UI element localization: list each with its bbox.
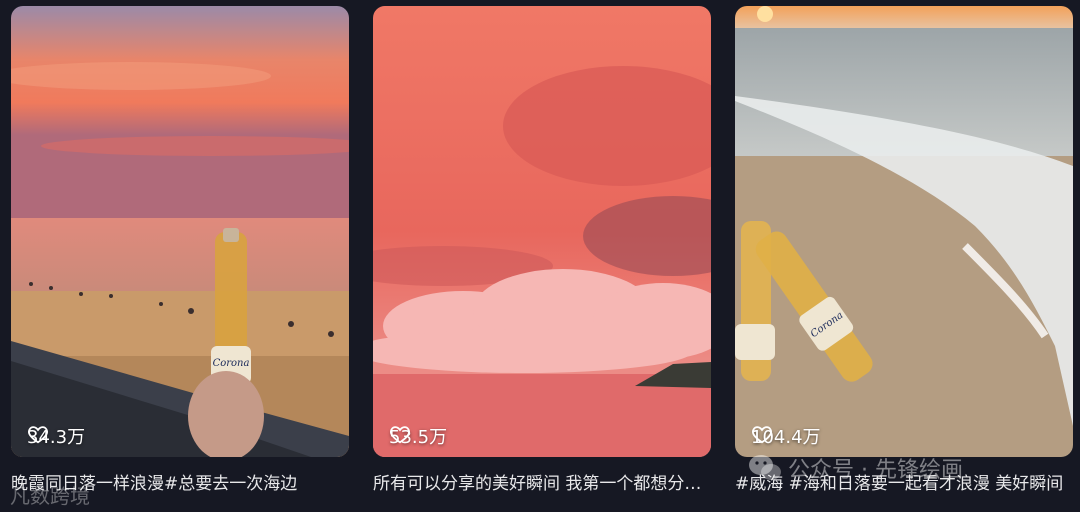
- video-card-1[interactable]: Corona 34.3万 晚霞同日落一样浪漫#总要去一次海边: [11, 6, 349, 494]
- video-card-3[interactable]: Corona 104.4万 #威海 #海和日落要一起看才浪漫 美好瞬间: [735, 6, 1073, 494]
- pink-clouds-image: [373, 6, 711, 457]
- wechat-icon: [749, 455, 781, 480]
- like-count: 53.5万: [389, 423, 447, 449]
- watermark-right: 公众号 · 先锋绘画: [748, 452, 963, 484]
- video-thumbnail-3[interactable]: Corona 104.4万: [735, 6, 1073, 457]
- video-caption[interactable]: 所有可以分享的美好瞬间 我第一个都想分享给你: [373, 472, 711, 496]
- like-count: 34.3万: [27, 423, 85, 449]
- beach-bottles-image: Corona: [735, 6, 1073, 457]
- watermark-text: 公众号 · 先锋绘画: [788, 458, 963, 483]
- video-thumbnail-1[interactable]: Corona 34.3万: [11, 6, 349, 457]
- like-count: 104.4万: [751, 423, 821, 449]
- sunset-beach-image: Corona: [11, 6, 349, 457]
- heart-icon[interactable]: [751, 423, 773, 445]
- heart-icon[interactable]: [389, 423, 411, 445]
- svg-text:Corona: Corona: [213, 358, 250, 369]
- video-card-2[interactable]: 53.5万 所有可以分享的美好瞬间 我第一个都想分享给你: [373, 6, 711, 494]
- video-grid: Corona 34.3万 晚霞同日落一样浪漫#总要去一次海边 53.5万 所有可…: [0, 0, 1080, 512]
- heart-icon[interactable]: [27, 423, 49, 445]
- watermark-left: 凡数跨境: [10, 484, 90, 508]
- video-thumbnail-2[interactable]: 53.5万: [373, 6, 711, 457]
